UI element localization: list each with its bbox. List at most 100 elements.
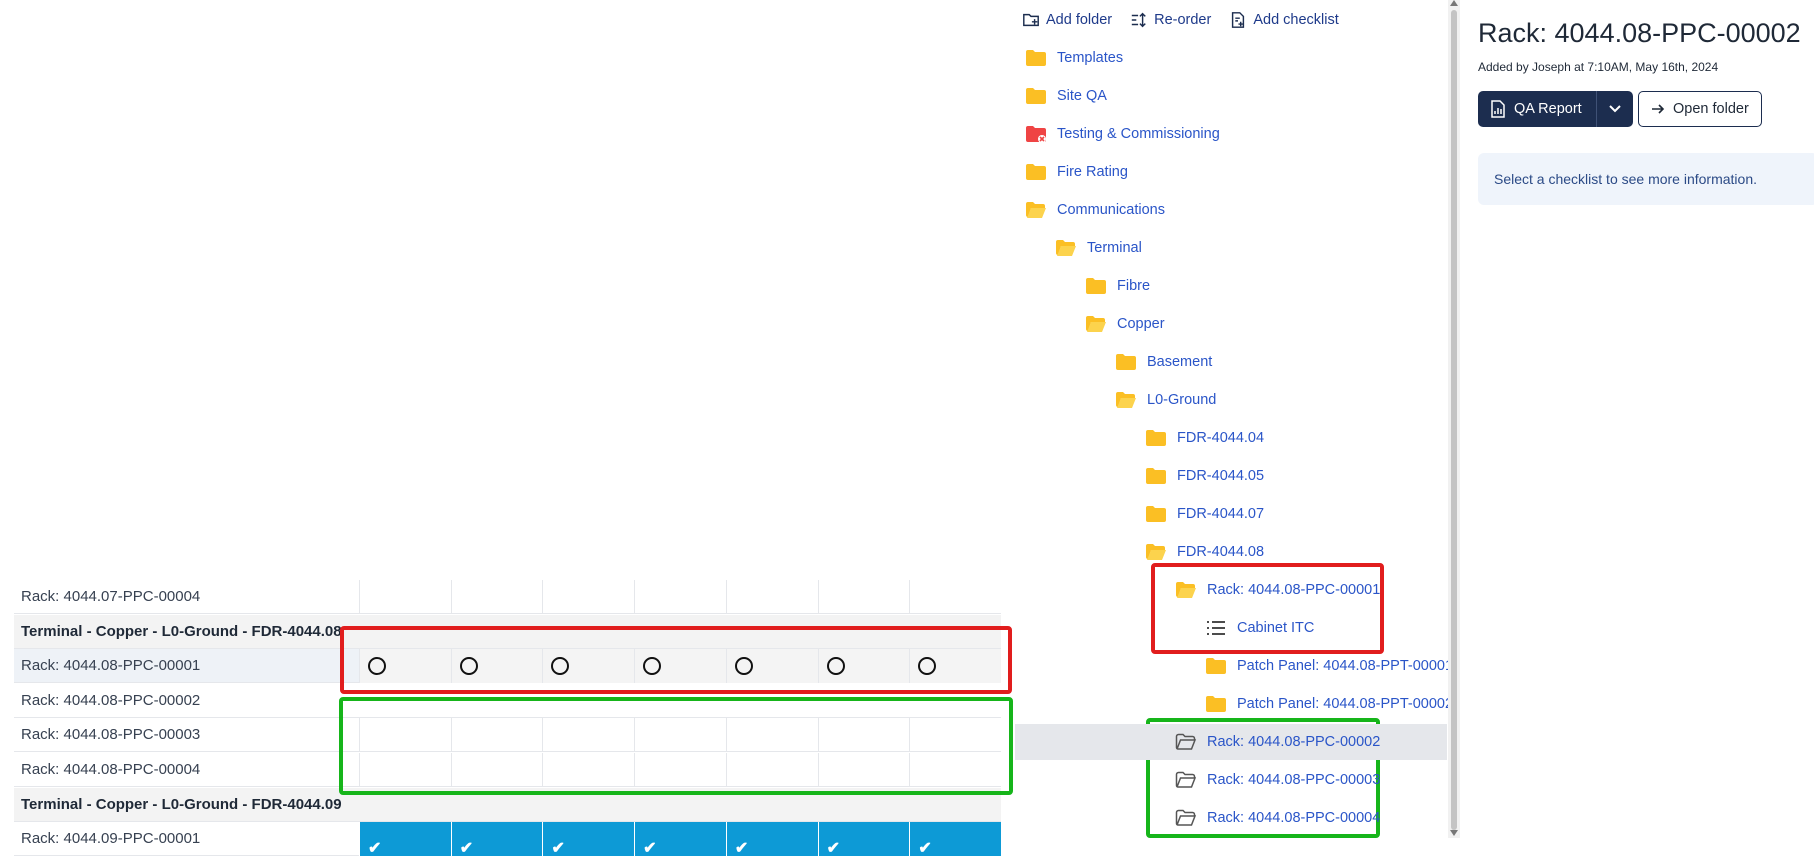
tree-item[interactable]: Communications (1025, 192, 1165, 228)
table-cell[interactable]: ✔ (359, 822, 451, 858)
table-cell[interactable] (909, 580, 1001, 614)
tree-scrollbar[interactable] (1448, 0, 1460, 838)
add-folder-button[interactable]: Add folder (1022, 11, 1112, 29)
tree-item[interactable]: Patch Panel: 4044.08-PPT-00002 (1205, 686, 1453, 722)
checklist-icon (1205, 619, 1227, 637)
qa-report-button[interactable]: QA Report (1478, 91, 1597, 127)
tree-item[interactable]: FDR-4044.05 (1145, 458, 1264, 494)
tree-item[interactable]: Terminal (1055, 230, 1142, 266)
row-label: Rack: 4044.08-PPC-00002 (21, 691, 201, 709)
tree-row[interactable]: Patch Panel: 4044.08-PPT-00002 (1015, 686, 1453, 722)
row-label: Rack: 4044.08-PPC-00004 (21, 761, 201, 778)
table-cell[interactable]: ✔ (542, 822, 635, 858)
tree-row[interactable]: Rack: 4044.08-PPC-00003 (1015, 762, 1447, 798)
scroll-up-arrow-icon[interactable] (1450, 0, 1458, 6)
tree-item[interactable]: Rack: 4044.08-PPC-00004 (1175, 800, 1380, 836)
folder-open-icon (1055, 239, 1077, 257)
page-title: Rack: 4044.08-PPC-00002 (1478, 18, 1801, 48)
folder-icon (1115, 353, 1137, 371)
table-cell[interactable] (725, 580, 818, 614)
tree-item[interactable]: Fire Rating (1025, 154, 1128, 190)
table-cell[interactable] (359, 580, 451, 614)
tree-row[interactable]: Site QA (1015, 78, 1447, 114)
table-row[interactable]: Rack: 4044.07-PPC-00004 (14, 580, 1001, 614)
tree-item-label: Cabinet ITC (1237, 620, 1315, 636)
tree-row[interactable]: Copper (1015, 306, 1447, 342)
table-cell[interactable]: ✔ (634, 822, 726, 857)
tree-row[interactable]: Basement (1015, 344, 1447, 380)
tree-row[interactable]: Patch Panel: 4044.08-PPT-00001 (1015, 648, 1453, 684)
folder-icon (1205, 657, 1227, 675)
check-icon: ✔ (459, 840, 474, 858)
tree-item[interactable]: Rack: 4044.08-PPC-00003 (1175, 762, 1380, 798)
table-cell[interactable] (634, 580, 726, 614)
tree-item-label: Patch Panel: 4044.08-PPT-00002 (1237, 696, 1454, 712)
tree-item[interactable]: Patch Panel: 4044.08-PPT-00001 (1205, 648, 1453, 684)
tree-row[interactable]: Communications (1015, 192, 1447, 228)
annotation-green-box-grid (339, 697, 1013, 795)
tree-item[interactable]: Cabinet ITC (1205, 610, 1314, 646)
tree-row[interactable]: FDR-4044.05 (1015, 458, 1447, 494)
folder-outline-icon (1175, 771, 1197, 789)
folder-icon (1145, 429, 1167, 447)
table-cell[interactable]: ✔ (817, 822, 910, 857)
reorder-button[interactable]: Re-order (1130, 11, 1211, 29)
reorder-icon (1131, 12, 1146, 28)
tree-item[interactable]: Rack: 4044.08-PPC-00002 (1175, 724, 1380, 760)
tree-row[interactable]: L0-Ground (1015, 382, 1447, 418)
tree-item[interactable]: Testing & Commissioning (1025, 116, 1220, 152)
check-icon: ✔ (551, 840, 565, 858)
tree-row[interactable]: Fibre (1015, 268, 1447, 304)
table-row[interactable]: Rack: 4044.09-PPC-00001 ✔ ✔ ✔ ✔ ✔ ✔ ✔ (14, 822, 1002, 858)
tree-item[interactable]: FDR-4044.08 (1145, 534, 1264, 570)
tree-row[interactable]: Terminal (1015, 230, 1447, 266)
tree-row[interactable]: Cabinet ITC (1015, 610, 1447, 646)
tree-item[interactable]: FDR-4044.04 (1145, 420, 1264, 456)
table-cell[interactable]: ✔ (450, 822, 543, 858)
add-checklist-button[interactable]: Add checklist (1229, 11, 1339, 29)
annotation-red-box-grid (340, 626, 1012, 694)
report-chart-icon (1491, 100, 1505, 118)
tree-item[interactable]: Templates (1025, 40, 1123, 76)
table-cell[interactable]: ✔ (909, 822, 1002, 857)
tree-item[interactable]: Fibre (1085, 268, 1150, 304)
tree-row[interactable]: Rack: 4044.08-PPC-00001 (1015, 572, 1447, 608)
tree-item[interactable]: L0-Ground (1115, 382, 1216, 418)
tree-item[interactable]: Site QA (1025, 78, 1107, 114)
tree-item-label: FDR-4044.08 (1177, 544, 1265, 560)
scroll-down-arrow-icon[interactable] (1450, 830, 1458, 836)
tree-row[interactable]: FDR-4044.08 (1015, 534, 1447, 570)
chevron-down-icon (1608, 105, 1621, 113)
table-cell[interactable] (450, 580, 543, 614)
add-checklist-icon (1232, 12, 1245, 28)
check-icon: ✔ (734, 840, 749, 858)
tree-row[interactable]: Rack: 4044.08-PPC-00004 (1015, 800, 1447, 836)
tree-row[interactable]: Testing & Commissioning (1015, 116, 1447, 152)
folder-open-icon (1115, 391, 1137, 409)
tree-row[interactable]: Fire Rating (1015, 154, 1447, 190)
check-icon: ✔ (368, 840, 382, 858)
tree-item[interactable]: FDR-4044.07 (1145, 496, 1264, 532)
qa-report-dropdown-button[interactable] (1597, 91, 1633, 127)
tree-item[interactable]: Basement (1115, 344, 1212, 380)
row-label: Rack: 4044.09-PPC-00001 (21, 830, 201, 848)
reorder-label: Re-order (1154, 12, 1212, 28)
folder-open-icon (1175, 581, 1197, 599)
row-cells (359, 580, 1001, 614)
tree-row[interactable]: FDR-4044.07 (1015, 496, 1447, 532)
scroll-thumb[interactable] (1451, 10, 1457, 830)
table-cell[interactable] (817, 580, 910, 614)
added-by-text: Added by Joseph at 7:10AM, May 16th, 202… (1478, 60, 1719, 74)
tree-item[interactable]: Rack: 4044.08-PPC-00001 (1175, 572, 1380, 608)
tree-row[interactable]: FDR-4044.04 (1015, 420, 1447, 456)
tree-row[interactable]: Rack: 4044.08-PPC-00002 (1015, 724, 1447, 760)
tree-row[interactable]: Templates (1015, 40, 1447, 76)
table-cell[interactable]: ✔ (725, 822, 818, 858)
table-cell[interactable] (542, 580, 634, 614)
tree-item-label: Patch Panel: 4044.08-PPT-00001 (1237, 658, 1454, 674)
open-folder-button[interactable]: Open folder (1638, 91, 1762, 127)
tree-item-label: L0-Ground (1147, 392, 1217, 408)
tree-item-label: Rack: 4044.08-PPC-00004 (1207, 810, 1381, 826)
row-label: Rack: 4044.08-PPC-00003 (21, 726, 201, 744)
tree-item[interactable]: Copper (1085, 306, 1165, 342)
